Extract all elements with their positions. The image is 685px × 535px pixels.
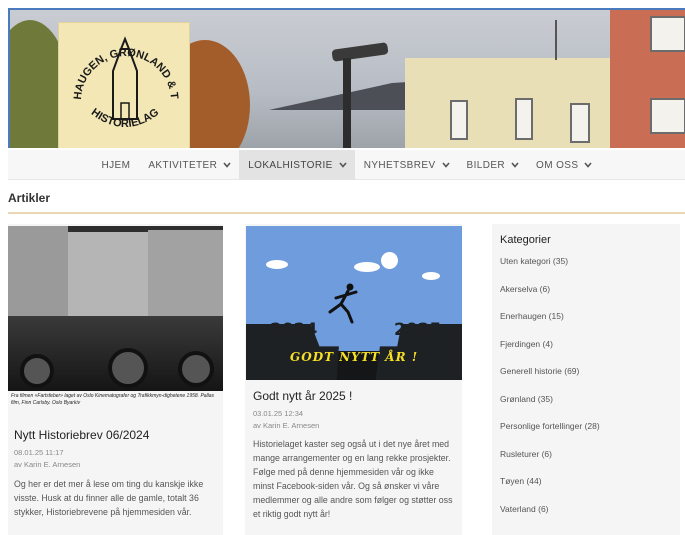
article-date: 08.01.25 11:17 [14,448,64,457]
category-link[interactable]: Tøyen (44) [500,476,672,504]
sidebar-title: Kategorier [500,234,551,246]
article-title[interactable]: Nytt Historiebrev 06/2024 [14,428,149,442]
nav-label: OM OSS [536,159,579,171]
nav-item-om-oss[interactable]: OM OSS [527,150,600,180]
article-excerpt: Historielaget kaster seg også ut i det n… [253,439,453,519]
article-author: av Karin E. Arnesen [14,460,81,469]
street-lamp-pole [343,58,351,148]
antenna [555,20,557,60]
section-divider [8,212,685,214]
category-link[interactable]: Vaterland (6) [500,504,672,532]
street-lamp-head [331,42,389,62]
building-cream [405,58,620,148]
moon-icon [381,252,398,269]
main-nav: HJEM AKTIVITETER LOKALHISTORIE NYHETSBRE… [8,150,685,180]
cloud-icon [266,260,288,269]
nav-item-aktiviteter[interactable]: AKTIVITETER [139,150,239,180]
nav-label: HJEM [101,159,131,171]
nav-item-nyhetsbrev[interactable]: NYHETSBREV [355,150,458,180]
category-link[interactable]: Personlige fortellinger (28) [500,421,672,449]
nav-item-bilder[interactable]: BILDER [458,150,528,180]
image-caption: Fra filmen «Fartsfeber» laget av Oslo Ki… [11,393,215,406]
article-excerpt: Og her er det mer å lese om ting du kans… [14,479,204,517]
chevron-down-icon [339,161,347,169]
nav-label: LOKALHISTORIE [248,159,333,171]
greeting-text: GODT NYTT ÅR ! [290,350,419,364]
categories-sidebar: Kategorier Uten kategori (35) Akerselva … [492,224,680,535]
chevron-down-icon [511,161,519,169]
year-left: 2024 [270,320,318,340]
header-banner: ENERHAUGEN, GRØNLAND & TØYEN HISTORIELAG [8,8,685,148]
chevron-down-icon [441,161,450,169]
article-author: av Karin E. Arnesen [253,421,320,430]
logo-text-top: ENERHAUGEN, GRØNLAND & TØYEN [59,23,180,100]
category-link[interactable]: Grønland (35) [500,394,672,422]
chevron-down-icon [223,161,231,169]
category-link[interactable]: Rusleturer (6) [500,449,672,477]
cloud-icon [422,272,440,280]
svg-text:ENERHAUGEN, GRØNLAND & TØYEN: ENERHAUGEN, GRØNLAND & TØYEN [59,23,180,100]
category-link[interactable]: Fjerdingen (4) [500,339,672,367]
site-logo[interactable]: ENERHAUGEN, GRØNLAND & TØYEN HISTORIELAG [58,22,190,148]
jumping-person-icon [328,283,358,324]
building-red [610,10,685,148]
section-title: Artikler [8,191,51,205]
nav-label: BILDER [466,159,506,171]
article-image-motorcycles[interactable] [8,226,223,391]
logo-emblem-icon: ENERHAUGEN, GRØNLAND & TØYEN HISTORIELAG [59,23,180,130]
category-link[interactable]: Akerselva (6) [500,284,672,312]
category-link[interactable]: Generell historie (69) [500,366,672,394]
cloud-icon [354,262,380,272]
article-date: 03.01.25 12:34 [253,409,304,418]
nav-label: NYHETSBREV [363,159,436,171]
year-right: 2025 [394,320,442,340]
article-title[interactable]: Godt nytt år 2025 ! [253,389,352,403]
nav-item-hjem[interactable]: HJEM [93,150,140,180]
nav-label: AKTIVITETER [148,159,218,171]
category-link[interactable]: Enerhaugen (15) [500,311,672,339]
nav-item-lokalhistorie[interactable]: LOKALHISTORIE [239,150,355,180]
chevron-down-icon [584,161,593,169]
category-link[interactable]: Uten kategori (35) [500,256,672,284]
article-image-new-year[interactable]: 2024 2025 GODT NYTT ÅR ! [246,226,462,380]
